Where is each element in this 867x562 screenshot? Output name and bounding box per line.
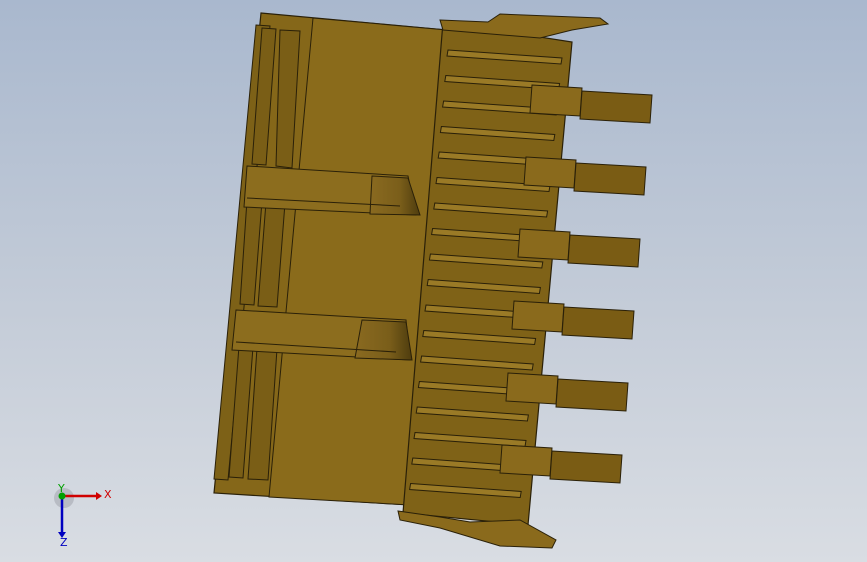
x-axis-label: X	[104, 488, 112, 501]
pin-base	[505, 372, 559, 405]
pin-tip	[579, 90, 653, 124]
pin-tip	[561, 306, 635, 340]
pin-tip	[549, 450, 623, 484]
z-axis-label: Z	[60, 536, 68, 548]
graphics-viewport[interactable]: X Y Z	[0, 0, 867, 562]
pin-tip	[573, 162, 647, 196]
pin-base	[499, 444, 553, 477]
coordinate-triad: X Y Z	[54, 482, 112, 548]
connector-3d-model[interactable]	[0, 0, 867, 562]
pin-tip	[555, 378, 629, 412]
pin-base	[517, 228, 571, 261]
pin-base	[529, 84, 583, 117]
pin-base	[523, 156, 577, 189]
pin-base	[511, 300, 565, 333]
y-axis-label: Y	[57, 482, 65, 495]
x-axis-arrowhead	[96, 492, 102, 500]
pin-tip	[567, 234, 641, 268]
